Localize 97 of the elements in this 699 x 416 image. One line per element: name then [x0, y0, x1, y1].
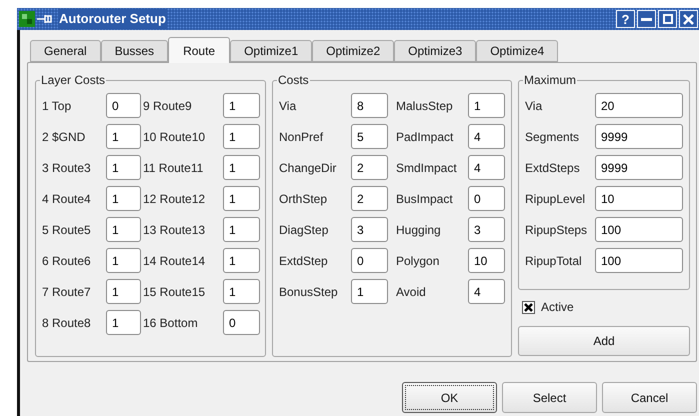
number-field[interactable]: 1: [223, 93, 260, 118]
group-title: Maximum: [523, 73, 578, 87]
tab[interactable]: Optimize2: [312, 40, 394, 62]
number-field[interactable]: 1: [106, 310, 141, 335]
field-label: Avoid: [396, 284, 427, 300]
number-field[interactable]: 0: [468, 186, 505, 211]
tab[interactable]: Optimize1: [230, 40, 312, 62]
number-field[interactable]: 1: [106, 248, 141, 273]
number-field[interactable]: 1: [223, 124, 260, 149]
maximize-button[interactable]: [658, 10, 677, 28]
dialog-button[interactable]: OK: [402, 382, 497, 413]
number-field[interactable]: 3: [351, 217, 388, 242]
number-field[interactable]: 1: [106, 155, 141, 180]
field-label: BusImpact: [396, 190, 454, 208]
field-label: ExtdSteps: [525, 160, 581, 176]
number-field[interactable]: 2: [351, 186, 388, 211]
field-label: 10 Route10: [143, 128, 206, 146]
number-field[interactable]: 0: [106, 93, 141, 118]
field-label: BonusStep: [279, 284, 339, 300]
close-button[interactable]: [679, 10, 698, 28]
number-field[interactable]: 9999: [595, 155, 683, 180]
field-label: RipupLevel: [525, 190, 586, 208]
field-label: ExtdStep: [279, 252, 329, 270]
number-field[interactable]: 4: [468, 279, 505, 304]
tab[interactable]: Optimize4: [476, 40, 558, 62]
field-label: 9 Route9: [143, 98, 193, 114]
checkbox-label: Active: [541, 299, 574, 316]
field-label: 2 $GND: [42, 128, 86, 146]
number-field[interactable]: 1: [106, 124, 141, 149]
checkbox[interactable]: [522, 300, 535, 314]
number-field[interactable]: 5: [351, 124, 388, 149]
number-field[interactable]: 2: [351, 155, 388, 180]
number-field[interactable]: 8: [351, 93, 388, 118]
number-field[interactable]: 1: [223, 217, 260, 242]
number-field[interactable]: 1: [106, 217, 141, 242]
field-label: OrthStep: [279, 190, 328, 208]
field-label: ChangeDir: [279, 160, 338, 176]
field-label: NonPref: [279, 128, 324, 146]
field-label: 12 Route12: [143, 190, 206, 208]
field-label: Hugging: [396, 222, 442, 238]
field-label: RipupSteps: [525, 222, 588, 238]
add-button[interactable]: Add: [518, 326, 690, 356]
field-label: 4 Route4: [42, 190, 92, 208]
field-label: 7 Route7: [42, 284, 92, 300]
tab[interactable]: Busses: [100, 40, 168, 62]
dialog-button[interactable]: Select: [502, 382, 597, 413]
number-field[interactable]: 10: [468, 248, 505, 273]
window-title: Autorouter Setup: [58, 9, 167, 29]
close-icon: [683, 14, 694, 24]
dialog-button[interactable]: Cancel: [602, 382, 697, 413]
tab[interactable]: General: [30, 40, 101, 62]
field-label: Polygon: [396, 252, 440, 270]
number-field[interactable]: 1: [106, 279, 141, 304]
group-title: Layer Costs: [40, 73, 106, 87]
number-field[interactable]: 0: [223, 310, 260, 335]
field-label: 5 Route5: [42, 222, 92, 238]
tab[interactable]: Optimize3: [394, 40, 476, 62]
field-label: RipupTotal: [525, 252, 583, 270]
number-field[interactable]: 1: [106, 186, 141, 211]
number-field[interactable]: 10: [595, 186, 683, 211]
field-label: 13 Route13: [143, 222, 206, 238]
number-field[interactable]: 1: [468, 93, 505, 118]
pin-icon[interactable]: [37, 13, 53, 25]
number-field[interactable]: 1: [223, 155, 260, 180]
field-label: 3 Route3: [42, 160, 92, 176]
field-label: 14 Route14: [143, 252, 206, 270]
field-label: DiagStep: [279, 222, 330, 238]
number-field[interactable]: 100: [595, 248, 683, 273]
field-label: 1 Top: [42, 98, 72, 114]
number-field[interactable]: 1: [223, 248, 260, 273]
field-label: SmdImpact: [396, 160, 458, 176]
field-label: Segments: [525, 128, 580, 146]
field-label: PadImpact: [396, 128, 454, 146]
field-label: 11 Route11: [143, 160, 204, 176]
number-field[interactable]: 0: [351, 248, 388, 273]
number-field[interactable]: 1: [351, 279, 388, 304]
number-field[interactable]: 20: [595, 93, 683, 118]
minimize-button[interactable]: [637, 10, 656, 28]
app-icon: [19, 11, 35, 27]
field-label: 8 Route8: [42, 314, 92, 332]
number-field[interactable]: 1: [223, 186, 260, 211]
number-field[interactable]: 4: [468, 155, 505, 180]
field-label: 6 Route6: [42, 252, 92, 270]
help-button[interactable]: ?: [616, 10, 635, 28]
field-label: 15 Route15: [143, 284, 206, 300]
number-field[interactable]: 100: [595, 217, 683, 242]
number-field[interactable]: 4: [468, 124, 505, 149]
field-label: Via: [279, 98, 298, 114]
group-title: Costs: [277, 73, 310, 87]
check-mark-icon: [524, 302, 533, 312]
tab[interactable]: Route: [168, 37, 230, 63]
field-label: 16 Bottom: [143, 314, 199, 332]
number-field[interactable]: 3: [468, 217, 505, 242]
number-field[interactable]: 9999: [595, 124, 683, 149]
field-label: Via: [525, 98, 544, 114]
number-field[interactable]: 1: [223, 279, 260, 304]
field-label: MalusStep: [396, 98, 454, 114]
